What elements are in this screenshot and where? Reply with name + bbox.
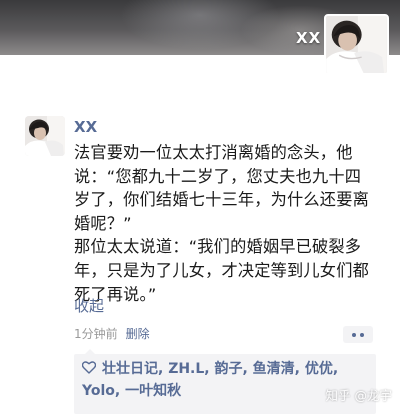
avatar-portrait-icon [326,16,387,73]
more-actions-button[interactable] [343,326,373,343]
avatar-portrait-icon [25,116,65,156]
dot-icon [352,332,356,337]
heart-icon [82,361,96,374]
collapse-link[interactable]: 收起 [74,295,104,316]
post-author-name[interactable]: XX [74,118,97,136]
watermark: 知乎 @龙宇 [325,388,392,403]
post-paragraph: 那位太太说道：“我们的婚姻早已破裂多年，只是为了儿女，才决定等到儿女们都死了再说… [74,237,369,304]
delete-link[interactable]: 删除 [126,327,150,341]
likes-names: 壮壮日记, ZH.L, 韵子, 鱼清清, 优优, Yolo, 一叶知秋 [82,361,339,399]
post-body: 法官要劝一位太太打消离婚的念头，他说：“您都九十二岁了，您丈夫也九十四岁了，你们… [74,141,374,306]
post-timestamp: 1分钟前 [74,327,118,341]
likes-box: 壮壮日记, ZH.L, 韵子, 鱼清清, 优优, Yolo, 一叶知秋 [74,349,376,414]
post-author-avatar[interactable] [25,116,65,156]
post-meta: 1分钟前 删除 [74,325,150,342]
post-paragraph: 法官要劝一位太太打消离婚的念头，他说：“您都九十二岁了，您丈夫也九十四岁了，你们… [74,143,369,233]
cover-username: XX [296,29,322,47]
dot-icon [360,332,364,337]
profile-avatar[interactable] [324,14,389,75]
